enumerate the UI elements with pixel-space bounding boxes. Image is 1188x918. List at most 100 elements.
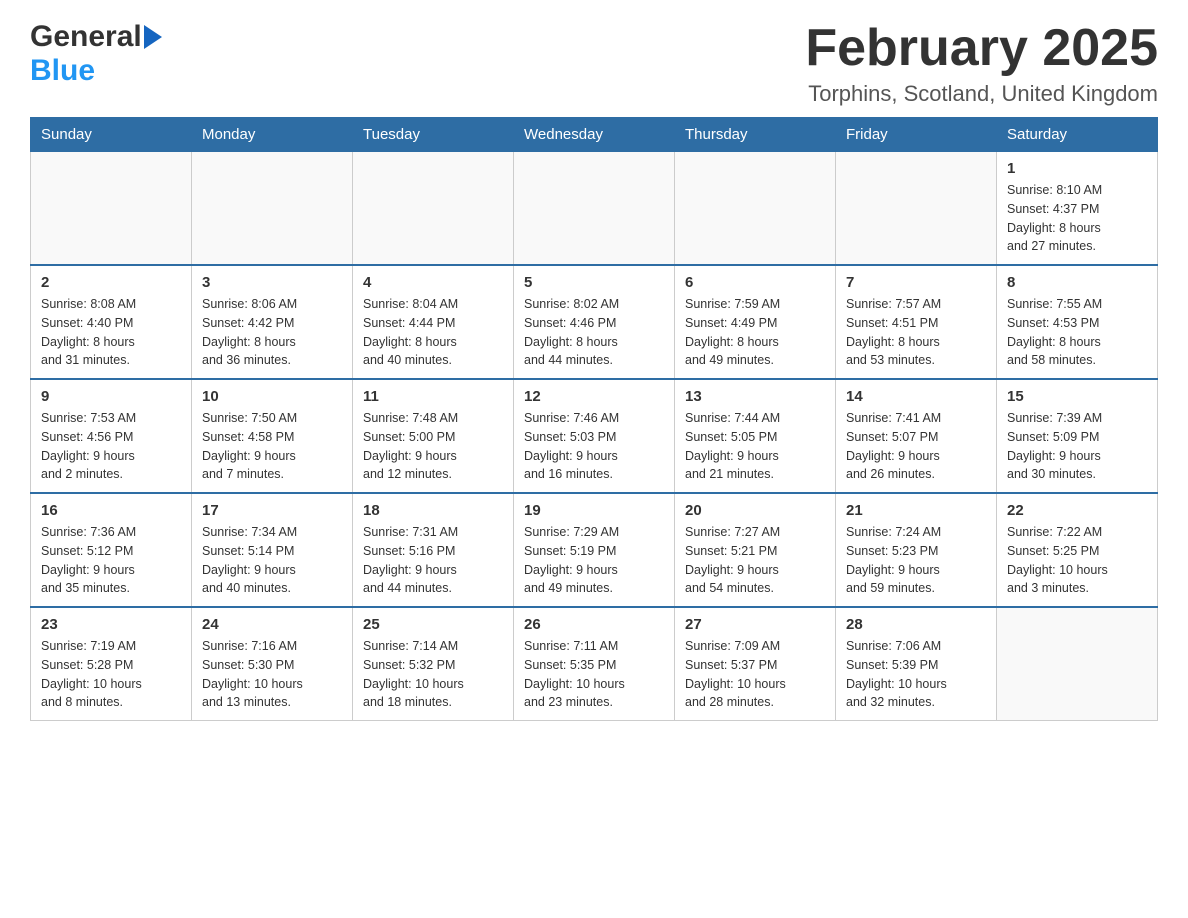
calendar-cell: 17Sunrise: 7:34 AM Sunset: 5:14 PM Dayli… bbox=[192, 493, 353, 607]
weekday-header-row: SundayMondayTuesdayWednesdayThursdayFrid… bbox=[31, 118, 1158, 152]
calendar-cell: 14 Sunrise: 7:41 AM Sunset: 5:07 PM Dayli… bbox=[836, 379, 997, 493]
calendar-cell: 22Sunrise: 7:22 AM Sunset: 5:25 PM Dayli… bbox=[997, 493, 1158, 607]
calendar-cell: 18Sunrise: 7:31 AM Sunset: 5:16 PM Dayli… bbox=[353, 493, 514, 607]
calendar-cell: 3 Sunrise: 8:06 AM Sunset: 4:42 PM Daylig… bbox=[192, 265, 353, 379]
calendar-cell: 7Sunrise: 7:57 AM Sunset: 4:51 PM Daylig… bbox=[836, 265, 997, 379]
day-info: Sunrise: 8:02 AM Sunset: 4:46 PM Dayligh… bbox=[524, 295, 664, 370]
day-number: 24 bbox=[202, 616, 342, 633]
location-subtitle: Torphins, Scotland, United Kingdom bbox=[805, 81, 1158, 107]
calendar-cell: 27 Sunrise: 7:09 AM Sunset: 5:37 PM Dayli… bbox=[675, 607, 836, 721]
calendar-cell: 19Sunrise: 7:29 AM Sunset: 5:19 PM Dayli… bbox=[514, 493, 675, 607]
day-info: Sunrise: 7:19 AM Sunset: 5:28 PM Dayligh… bbox=[41, 637, 181, 712]
calendar-cell: 23Sunrise: 7:19 AM Sunset: 5:28 PM Dayli… bbox=[31, 607, 192, 721]
day-info: Sunrise: 7:39 AM Sunset: 5:09 PM Dayligh… bbox=[1007, 409, 1147, 484]
calendar-cell: 25 Sunrise: 7:14 AM Sunset: 5:32 PM Dayli… bbox=[353, 607, 514, 721]
weekday-header-thursday: Thursday bbox=[675, 118, 836, 152]
day-info: Sunrise: 7:11 AM Sunset: 5:35 PM Dayligh… bbox=[524, 637, 664, 712]
day-info: Sunrise: 7:31 AM Sunset: 5:16 PM Dayligh… bbox=[363, 523, 503, 598]
day-info: Sunrise: 7:50 AM Sunset: 4:58 PM Dayligh… bbox=[202, 409, 342, 484]
day-info: Sunrise: 7:59 AM Sunset: 4:49 PM Dayligh… bbox=[685, 295, 825, 370]
day-number: 14 bbox=[846, 388, 986, 405]
weekday-header-friday: Friday bbox=[836, 118, 997, 152]
day-number: 28 bbox=[846, 616, 986, 633]
day-info: Sunrise: 8:08 AM Sunset: 4:40 PM Dayligh… bbox=[41, 295, 181, 370]
day-number: 20 bbox=[685, 502, 825, 519]
day-number: 25 bbox=[363, 616, 503, 633]
calendar-header: SundayMondayTuesdayWednesdayThursdayFrid… bbox=[31, 118, 1158, 152]
day-info: Sunrise: 7:27 AM Sunset: 5:21 PM Dayligh… bbox=[685, 523, 825, 598]
day-number: 27 bbox=[685, 616, 825, 633]
weekday-header-monday: Monday bbox=[192, 118, 353, 152]
calendar-cell bbox=[836, 152, 997, 266]
calendar-cell: 4 Sunrise: 8:04 AM Sunset: 4:44 PM Daylig… bbox=[353, 265, 514, 379]
calendar-week-4: 16 Sunrise: 7:36 AM Sunset: 5:12 PM Dayli… bbox=[31, 493, 1158, 607]
day-info: Sunrise: 8:06 AM Sunset: 4:42 PM Dayligh… bbox=[202, 295, 342, 370]
calendar-cell bbox=[31, 152, 192, 266]
calendar-cell: 8 Sunrise: 7:55 AM Sunset: 4:53 PM Daylig… bbox=[997, 265, 1158, 379]
day-number: 10 bbox=[202, 388, 342, 405]
day-info: Sunrise: 7:55 AM Sunset: 4:53 PM Dayligh… bbox=[1007, 295, 1147, 370]
calendar-cell bbox=[675, 152, 836, 266]
day-number: 2 bbox=[41, 274, 181, 291]
day-info: Sunrise: 7:09 AM Sunset: 5:37 PM Dayligh… bbox=[685, 637, 825, 712]
day-info: Sunrise: 7:46 AM Sunset: 5:03 PM Dayligh… bbox=[524, 409, 664, 484]
calendar-week-2: 2 Sunrise: 8:08 AM Sunset: 4:40 PM Daylig… bbox=[31, 265, 1158, 379]
day-number: 9 bbox=[41, 388, 181, 405]
logo: General Blue bbox=[30, 20, 162, 88]
day-number: 16 bbox=[41, 502, 181, 519]
calendar-cell: 11Sunrise: 7:48 AM Sunset: 5:00 PM Dayli… bbox=[353, 379, 514, 493]
logo-blue-text: Blue bbox=[30, 54, 95, 88]
calendar-cell: 6 Sunrise: 7:59 AM Sunset: 4:49 PM Daylig… bbox=[675, 265, 836, 379]
weekday-header-tuesday: Tuesday bbox=[353, 118, 514, 152]
day-info: Sunrise: 7:36 AM Sunset: 5:12 PM Dayligh… bbox=[41, 523, 181, 598]
calendar-cell: 21Sunrise: 7:24 AM Sunset: 5:23 PM Dayli… bbox=[836, 493, 997, 607]
calendar-cell: 28Sunrise: 7:06 AM Sunset: 5:39 PM Dayli… bbox=[836, 607, 997, 721]
calendar-table: SundayMondayTuesdayWednesdayThursdayFrid… bbox=[30, 117, 1158, 721]
calendar-cell: 26 Sunrise: 7:11 AM Sunset: 5:35 PM Dayli… bbox=[514, 607, 675, 721]
calendar-body: 1 Sunrise: 8:10 AM Sunset: 4:37 PM Daylig… bbox=[31, 152, 1158, 721]
calendar-cell: 20 Sunrise: 7:27 AM Sunset: 5:21 PM Dayli… bbox=[675, 493, 836, 607]
weekday-header-wednesday: Wednesday bbox=[514, 118, 675, 152]
day-info: Sunrise: 7:34 AM Sunset: 5:14 PM Dayligh… bbox=[202, 523, 342, 598]
calendar-cell: 12 Sunrise: 7:46 AM Sunset: 5:03 PM Dayli… bbox=[514, 379, 675, 493]
day-info: Sunrise: 7:22 AM Sunset: 5:25 PM Dayligh… bbox=[1007, 523, 1147, 598]
calendar-week-1: 1 Sunrise: 8:10 AM Sunset: 4:37 PM Daylig… bbox=[31, 152, 1158, 266]
weekday-header-saturday: Saturday bbox=[997, 118, 1158, 152]
calendar-cell: 13Sunrise: 7:44 AM Sunset: 5:05 PM Dayli… bbox=[675, 379, 836, 493]
month-title: February 2025 bbox=[805, 20, 1158, 77]
day-info: Sunrise: 7:16 AM Sunset: 5:30 PM Dayligh… bbox=[202, 637, 342, 712]
day-number: 3 bbox=[202, 274, 342, 291]
calendar-cell: 2 Sunrise: 8:08 AM Sunset: 4:40 PM Daylig… bbox=[31, 265, 192, 379]
calendar-week-5: 23Sunrise: 7:19 AM Sunset: 5:28 PM Dayli… bbox=[31, 607, 1158, 721]
day-number: 6 bbox=[685, 274, 825, 291]
day-info: Sunrise: 7:41 AM Sunset: 5:07 PM Dayligh… bbox=[846, 409, 986, 484]
day-number: 21 bbox=[846, 502, 986, 519]
calendar-cell: 16 Sunrise: 7:36 AM Sunset: 5:12 PM Dayli… bbox=[31, 493, 192, 607]
page-header: General Blue February 2025 Torphins, Sco… bbox=[30, 20, 1158, 107]
day-number: 15 bbox=[1007, 388, 1147, 405]
day-info: Sunrise: 7:29 AM Sunset: 5:19 PM Dayligh… bbox=[524, 523, 664, 598]
calendar-cell bbox=[192, 152, 353, 266]
day-number: 12 bbox=[524, 388, 664, 405]
day-info: Sunrise: 7:48 AM Sunset: 5:00 PM Dayligh… bbox=[363, 409, 503, 484]
day-info: Sunrise: 8:04 AM Sunset: 4:44 PM Dayligh… bbox=[363, 295, 503, 370]
calendar-cell: 10 Sunrise: 7:50 AM Sunset: 4:58 PM Dayli… bbox=[192, 379, 353, 493]
calendar-cell bbox=[997, 607, 1158, 721]
calendar-week-3: 9Sunrise: 7:53 AM Sunset: 4:56 PM Daylig… bbox=[31, 379, 1158, 493]
logo-arrow-icon bbox=[144, 25, 162, 49]
day-number: 8 bbox=[1007, 274, 1147, 291]
logo-general-text: General bbox=[30, 20, 142, 54]
day-number: 5 bbox=[524, 274, 664, 291]
day-info: Sunrise: 7:14 AM Sunset: 5:32 PM Dayligh… bbox=[363, 637, 503, 712]
day-info: Sunrise: 8:10 AM Sunset: 4:37 PM Dayligh… bbox=[1007, 181, 1147, 256]
title-section: February 2025 Torphins, Scotland, United… bbox=[805, 20, 1158, 107]
calendar-cell bbox=[353, 152, 514, 266]
weekday-header-sunday: Sunday bbox=[31, 118, 192, 152]
day-number: 26 bbox=[524, 616, 664, 633]
day-number: 13 bbox=[685, 388, 825, 405]
day-number: 1 bbox=[1007, 160, 1147, 177]
day-number: 4 bbox=[363, 274, 503, 291]
day-number: 7 bbox=[846, 274, 986, 291]
calendar-cell: 9Sunrise: 7:53 AM Sunset: 4:56 PM Daylig… bbox=[31, 379, 192, 493]
calendar-cell: 24 Sunrise: 7:16 AM Sunset: 5:30 PM Dayli… bbox=[192, 607, 353, 721]
